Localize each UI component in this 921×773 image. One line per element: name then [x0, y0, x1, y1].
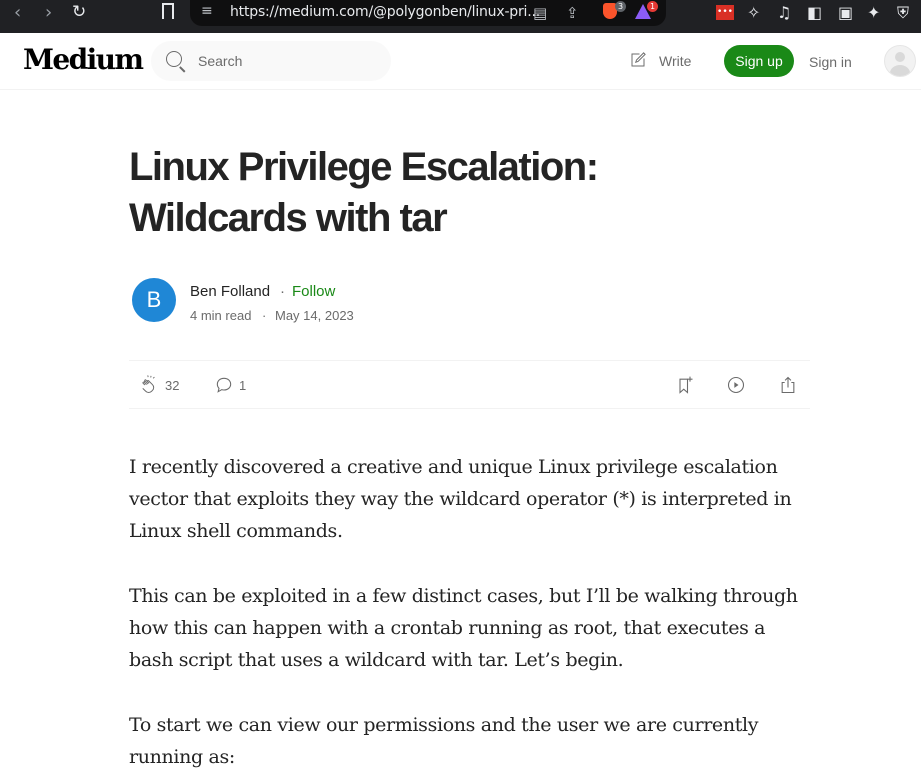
url-text[interactable]: https://medium.com/@polygonben/linux-pri… — [230, 4, 540, 20]
share-icon[interactable]: ⇪ — [566, 4, 579, 22]
search-input[interactable] — [198, 51, 378, 71]
response-count: 1 — [239, 378, 247, 393]
article-paragraph: I recently discovered a creative and uni… — [129, 456, 792, 542]
sidebar-icon[interactable]: ◧ — [807, 4, 822, 22]
article-paragraph: This can be exploited in a few distinct … — [129, 585, 798, 671]
search-icon — [166, 51, 182, 67]
reload-icon[interactable]: ↻ — [72, 0, 86, 25]
leo-ai-icon[interactable]: ✦ — [867, 4, 880, 22]
clap-count: 32 — [165, 378, 180, 393]
extension-red-icon[interactable]: ••• — [716, 5, 734, 20]
wallet-icon[interactable]: ▣ — [838, 4, 853, 22]
search-box[interactable] — [151, 41, 391, 81]
sign-up-button[interactable]: Sign up — [724, 45, 794, 77]
share-icon[interactable] — [778, 375, 798, 395]
reader-mode-icon[interactable]: ▤ — [533, 4, 547, 22]
extensions-puzzle-icon[interactable]: ✧ — [747, 4, 760, 22]
article-title: Linux Privilege Escalation: Wildcards wi… — [129, 145, 599, 240]
publish-date: May 14, 2023 — [275, 308, 354, 323]
follow-button[interactable]: Follow — [292, 283, 335, 300]
article-action-bar: 32 1 — [129, 360, 810, 409]
forward-icon[interactable]: › — [45, 0, 52, 25]
author-separator: · — [280, 283, 285, 300]
media-music-icon[interactable]: ♫ — [777, 4, 791, 22]
address-bar[interactable]: ≡ https://medium.com/@polygonben/linux-p… — [190, 0, 666, 26]
site-header: Medium Write Sign up Sign in — [0, 33, 921, 90]
article-paragraph: To start we can view our permissions and… — [129, 714, 759, 768]
meta-separator: · — [262, 308, 267, 323]
write-icon — [631, 52, 646, 67]
user-avatar[interactable] — [884, 45, 916, 77]
bookmark-icon[interactable] — [162, 3, 174, 19]
site-settings-icon[interactable]: ≡ — [201, 3, 213, 19]
read-time: 4 min read — [190, 308, 252, 323]
shield-count-badge: 3 — [615, 1, 626, 12]
vpn-icon[interactable]: ⛨ — [897, 4, 909, 22]
clap-icon[interactable] — [139, 375, 159, 395]
bookmark-add-icon[interactable] — [675, 375, 695, 395]
sign-in-link[interactable]: Sign in — [809, 54, 852, 70]
listen-play-icon[interactable] — [726, 375, 746, 395]
browser-toolbar: ‹ › ↻ ≡ https://medium.com/@polygonben/l… — [0, 0, 921, 33]
rewards-count-badge: 1 — [647, 1, 658, 12]
response-icon[interactable] — [214, 375, 234, 395]
author-avatar[interactable]: B — [132, 278, 176, 322]
medium-logo[interactable]: Medium — [23, 43, 144, 76]
back-icon[interactable]: ‹ — [14, 0, 21, 25]
write-label: Write — [659, 53, 692, 69]
author-name[interactable]: Ben Folland — [190, 283, 270, 300]
